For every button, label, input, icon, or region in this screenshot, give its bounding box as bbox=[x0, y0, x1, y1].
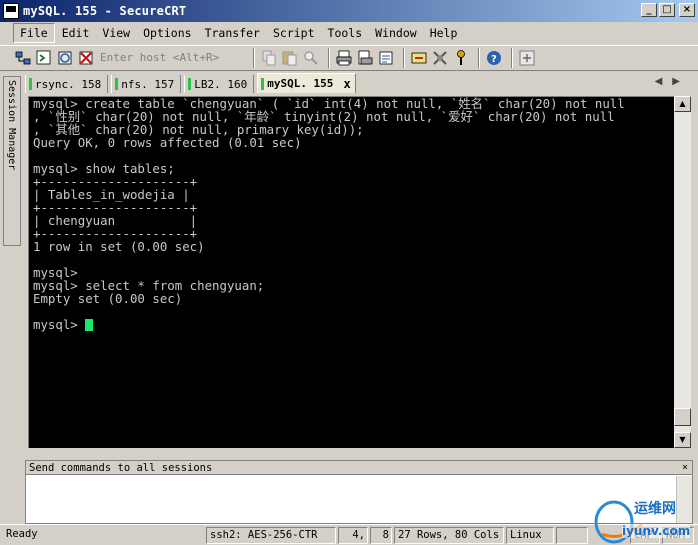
securecrt-app-icon[interactable] bbox=[3, 3, 19, 19]
menu-bar: File Edit View Options Transfer Script T… bbox=[0, 22, 698, 44]
terminal-cursor bbox=[85, 319, 94, 331]
tab-prev-icon[interactable]: ◀ bbox=[655, 76, 673, 87]
tab-status-indicator bbox=[115, 78, 119, 90]
session-manager-dock: Session Manager bbox=[0, 72, 23, 524]
menu-help[interactable]: Help bbox=[424, 24, 464, 42]
disconnect-icon[interactable] bbox=[77, 49, 95, 67]
copy-icon[interactable] bbox=[260, 49, 278, 67]
tab-status-indicator bbox=[261, 77, 265, 90]
window-title: mySQL. 155 - SecureCRT bbox=[23, 4, 187, 18]
close-button[interactable]: × bbox=[679, 3, 695, 17]
status-size: 27 Rows, 80 Cols bbox=[394, 527, 504, 544]
tab-mysql-155[interactable]: mySQL. 155 x bbox=[257, 73, 356, 93]
watermark-url: iyunv.com bbox=[622, 524, 691, 538]
terminal-prompt-line: mysql> bbox=[29, 318, 674, 331]
toolbar: Enter host <Alt+R> ? bbox=[0, 45, 698, 71]
sftp-icon[interactable] bbox=[518, 49, 536, 67]
toolbar-separator bbox=[328, 48, 330, 68]
menu-script[interactable]: Script bbox=[267, 24, 321, 42]
tab-close-icon[interactable]: x bbox=[343, 77, 350, 91]
status-blank bbox=[556, 527, 588, 544]
session-tab-bar: rsync. 158 nfs. 157 LB2. 160 mySQL. 155 x… bbox=[25, 73, 698, 93]
menu-transfer[interactable]: Transfer bbox=[199, 24, 266, 42]
menu-tools[interactable]: Tools bbox=[322, 24, 369, 42]
session-manager-label: Session Manager bbox=[6, 80, 17, 171]
tab-rsync-158[interactable]: rsync. 158 bbox=[25, 75, 109, 93]
window-controls: _ □ × bbox=[641, 3, 695, 17]
reconnect-icon[interactable] bbox=[56, 49, 74, 67]
minimize-button[interactable]: _ bbox=[641, 3, 657, 17]
terminal-line: 1 row in set (0.00 sec) bbox=[33, 239, 205, 254]
help-icon[interactable]: ? bbox=[485, 49, 503, 67]
menu-file[interactable]: File bbox=[13, 23, 55, 43]
tab-status-indicator bbox=[29, 78, 32, 90]
toolbar-separator bbox=[253, 48, 255, 68]
send-commands-header: Send commands to all sessions × bbox=[26, 461, 692, 475]
global-options-icon[interactable] bbox=[431, 49, 449, 67]
send-commands-title: Send commands to all sessions bbox=[29, 462, 213, 474]
menu-view[interactable]: View bbox=[96, 24, 136, 42]
tab-next-icon[interactable]: ▶ bbox=[672, 76, 690, 87]
tab-label: LB2. 160 bbox=[194, 77, 248, 91]
tab-nfs-157[interactable]: nfs. 157 bbox=[111, 75, 182, 93]
menu-options[interactable]: Options bbox=[137, 24, 197, 42]
svg-text:?: ? bbox=[491, 54, 497, 65]
tab-label: rsync. 158 bbox=[35, 77, 102, 91]
toolbar-separator bbox=[403, 48, 405, 68]
tab-lb2-160[interactable]: LB2. 160 bbox=[184, 75, 255, 93]
tab-status-indicator bbox=[188, 78, 192, 90]
find-icon[interactable] bbox=[302, 49, 320, 67]
scroll-down-icon[interactable]: ▼ bbox=[674, 432, 691, 448]
toolbar-separator bbox=[511, 48, 513, 68]
paste-icon[interactable] bbox=[281, 49, 299, 67]
session-manager-tab[interactable]: Session Manager bbox=[3, 76, 21, 246]
status-protocol: ssh2: AES-256-CTR bbox=[206, 527, 336, 544]
tab-label: nfs. 157 bbox=[121, 77, 175, 91]
quick-connect-icon[interactable] bbox=[35, 49, 53, 67]
print-setup-icon[interactable] bbox=[356, 49, 374, 67]
tab-label: mySQL. 155 bbox=[267, 77, 334, 90]
send-pane-close-icon[interactable]: × bbox=[682, 461, 688, 475]
terminal-prompt: mysql> bbox=[33, 317, 86, 332]
scroll-thumb[interactable] bbox=[674, 408, 691, 426]
scroll-up-icon[interactable]: ▲ bbox=[674, 96, 691, 112]
terminal-screen[interactable]: mysql> create table `chengyuan` ( `id` i… bbox=[28, 96, 674, 448]
status-col: 8 bbox=[370, 527, 392, 544]
send-commands-input[interactable] bbox=[26, 476, 675, 523]
site-watermark-logo: 运维网 iyunv.com bbox=[592, 494, 696, 544]
toolbar-separator bbox=[478, 48, 480, 68]
enter-host-field[interactable]: Enter host <Alt+R> bbox=[98, 50, 240, 66]
status-ready: Ready bbox=[6, 528, 38, 540]
terminal-line: Query OK, 0 rows affected (0.01 sec) bbox=[33, 135, 302, 150]
status-os: Linux bbox=[506, 527, 554, 544]
title-bar: mySQL. 155 - SecureCRT _ □ × bbox=[0, 0, 698, 22]
tab-scroll-arrows: ◀▶ bbox=[655, 76, 690, 87]
menu-window[interactable]: Window bbox=[369, 24, 423, 42]
print-icon[interactable] bbox=[335, 49, 353, 67]
terminal-line: Empty set (0.00 sec) bbox=[33, 291, 183, 306]
status-row: 4, bbox=[338, 527, 368, 544]
menu-edit[interactable]: Edit bbox=[56, 24, 96, 42]
watermark-title: 运维网 bbox=[634, 501, 676, 517]
session-options-icon[interactable] bbox=[410, 49, 428, 67]
log-session-icon[interactable] bbox=[377, 49, 395, 67]
terminal-scrollbar[interactable]: ▲ ▼ bbox=[674, 96, 691, 448]
maximize-button[interactable]: □ bbox=[659, 3, 675, 17]
keymap-icon[interactable] bbox=[452, 49, 470, 67]
connect-icon[interactable] bbox=[14, 49, 32, 67]
